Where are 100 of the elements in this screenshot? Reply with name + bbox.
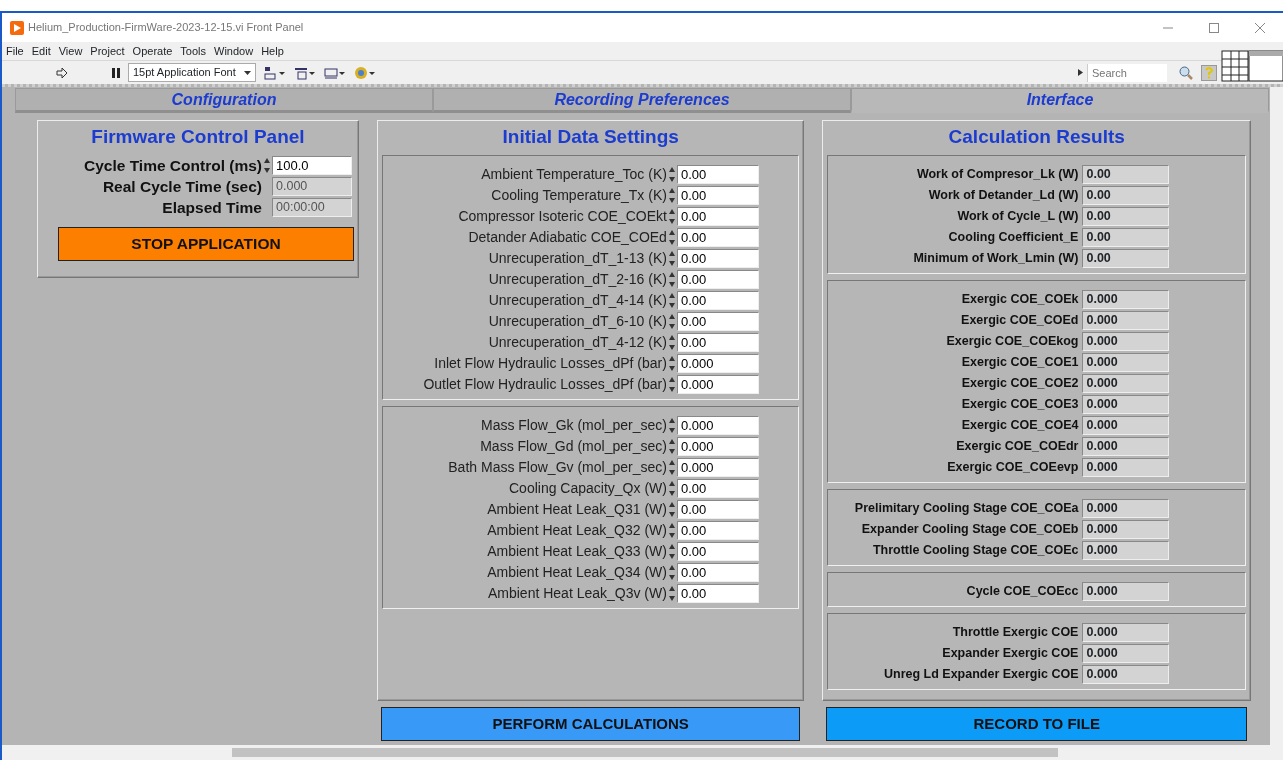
menu-item[interactable]: Window: [210, 42, 258, 60]
run-arrow-icon[interactable]: [56, 66, 68, 79]
number-input[interactable]: 0.00: [676, 270, 759, 289]
spinner-icon[interactable]: [668, 501, 675, 518]
menu-item[interactable]: Tools: [176, 42, 211, 60]
spinner-icon[interactable]: [668, 438, 675, 455]
spinner-icon[interactable]: [668, 585, 675, 602]
number-input[interactable]: 0.00: [676, 312, 759, 331]
number-indicator: 0.000: [1082, 332, 1170, 351]
number-input[interactable]: 0.00: [676, 291, 759, 310]
tab[interactable]: Recording Preferences: [433, 88, 851, 113]
field-label: Exergic COE_COE2: [960, 375, 1079, 393]
field-label: Compressor Isoteric COE_COEkt: [457, 207, 667, 226]
number-input[interactable]: 0.000: [676, 437, 759, 456]
number-indicator: 0.000: [1082, 437, 1170, 456]
field-label: Unreg Ld Expander Exergic COE: [882, 666, 1079, 684]
number-input[interactable]: 0.00: [676, 542, 759, 561]
spinner-icon[interactable]: [668, 355, 675, 372]
number-indicator: 0.000: [1082, 311, 1170, 330]
spinner-icon[interactable]: [668, 208, 675, 225]
spinner-icon[interactable]: [668, 334, 675, 351]
connector-pane-drawing: [1221, 48, 1283, 83]
spinner-icon[interactable]: [668, 459, 675, 476]
spinner-icon[interactable]: [668, 271, 675, 288]
menu-item[interactable]: File: [2, 42, 28, 60]
app-logo-icon: [10, 20, 24, 35]
reorder-icon[interactable]: [353, 65, 376, 80]
menu-item[interactable]: Operate: [128, 42, 177, 60]
field-label: Inlet Flow Hydraulic Losses_dPf (bar): [433, 354, 667, 373]
field-label: Ambient Heat Leak_Q33 (W): [486, 542, 667, 561]
number-input[interactable]: 0.000: [676, 375, 759, 394]
number-indicator: 0.000: [1082, 458, 1170, 477]
record-to-file-button[interactable]: RECORD TO FILE: [826, 707, 1247, 741]
spinner-icon[interactable]: [668, 229, 675, 246]
perform-calculations-button[interactable]: PERFORM CALCULATIONS: [380, 707, 801, 741]
field-label: Expander Exergic COE: [941, 645, 1079, 663]
number-indicator: 0.000: [1082, 499, 1170, 518]
number-input[interactable]: 0.000: [676, 416, 759, 435]
field-label: Cooling Coefficient_E: [947, 229, 1079, 247]
number-input[interactable]: 0.00: [676, 584, 759, 603]
field-label: Unrecuperation_dT_1-13 (K): [487, 249, 667, 268]
number-input[interactable]: 0.000: [676, 354, 759, 373]
number-input[interactable]: 0.00: [676, 500, 759, 519]
font-dropdown[interactable]: 15pt Application Font: [128, 63, 256, 82]
field-label: Exergic COE_COEk: [960, 291, 1079, 309]
close-icon: [1255, 22, 1265, 33]
field-label: Cycle Time Control (ms): [83, 155, 262, 176]
number-indicator: 0.000: [1082, 665, 1170, 684]
spinner-icon[interactable]: [264, 157, 270, 174]
window-title: Helium_Production-FirmWare-2023-12-15.vi Front Panel: [28, 20, 304, 36]
spinner-icon[interactable]: [668, 376, 675, 393]
field-label: Mass Flow_Gd (mol_per_sec): [479, 437, 667, 456]
field-label: Ambient Heat Leak_Q32 (W): [486, 521, 667, 540]
distribute-objects-icon[interactable]: [293, 65, 316, 80]
number-input[interactable]: 0.00: [676, 186, 759, 205]
field-label: Prelimitary Cooling Stage COE_COEa: [853, 500, 1079, 518]
spinner-icon[interactable]: [668, 166, 675, 183]
spinner-icon[interactable]: [668, 292, 675, 309]
number-input[interactable]: 0.00: [676, 479, 759, 498]
number-input[interactable]: 0.00: [676, 563, 759, 582]
spinner-icon[interactable]: [668, 187, 675, 204]
number-indicator: 0.00: [1082, 228, 1170, 247]
spinner-icon[interactable]: [668, 522, 675, 539]
menu-item[interactable]: Edit: [27, 42, 55, 60]
field-label: Unrecuperation_dT_4-12 (K): [487, 333, 667, 352]
spinner-icon[interactable]: [668, 250, 675, 267]
field-label: Unrecuperation_dT_2-16 (K): [487, 270, 667, 289]
number-input[interactable]: 0.00: [676, 521, 759, 540]
tab[interactable]: Configuration: [15, 88, 433, 113]
spinner-icon[interactable]: [668, 480, 675, 497]
stop-application-button[interactable]: STOP APPLICATION: [58, 227, 354, 261]
number-indicator: 0.000: [1082, 623, 1170, 642]
number-input[interactable]: 0.00: [676, 165, 759, 184]
number-input[interactable]: 0.00: [676, 207, 759, 226]
field-label: Work of Cycle_L (W): [956, 208, 1079, 226]
spinner-icon[interactable]: [668, 417, 675, 434]
number-input[interactable]: 0.000: [676, 458, 759, 477]
field-label: Throttle Cooling Stage COE_COEc: [871, 542, 1079, 560]
search-icon[interactable]: [1179, 65, 1193, 80]
maximize-icon: [1209, 22, 1219, 33]
align-objects-icon[interactable]: [263, 65, 286, 80]
number-indicator: 0.00: [1082, 165, 1170, 184]
menu-item[interactable]: Help: [257, 42, 288, 60]
number-input[interactable]: 0.00: [676, 249, 759, 268]
spinner-icon[interactable]: [668, 564, 675, 581]
number-input[interactable]: 0.00: [676, 333, 759, 352]
field-label: Cooling Temperature_Tx (K): [490, 186, 667, 205]
spinner-icon[interactable]: [668, 313, 675, 330]
field-label: Work of Compresor_Lk (W): [915, 166, 1079, 184]
field-label: Outlet Flow Hydraulic Losses_dPf (bar): [422, 375, 667, 394]
menu-item[interactable]: Project: [86, 42, 129, 60]
number-input[interactable]: 0.00: [676, 228, 759, 247]
number-input[interactable]: 100.0: [272, 156, 352, 175]
pause-icon[interactable]: [112, 67, 120, 78]
menu-item[interactable]: View: [54, 42, 87, 60]
search-field[interactable]: Search: [1087, 63, 1167, 82]
spinner-icon[interactable]: [668, 543, 675, 560]
resize-objects-icon[interactable]: [323, 65, 346, 80]
field-label: Real Cycle Time (sec): [101, 176, 262, 197]
tab[interactable]: Interface: [851, 88, 1269, 113]
